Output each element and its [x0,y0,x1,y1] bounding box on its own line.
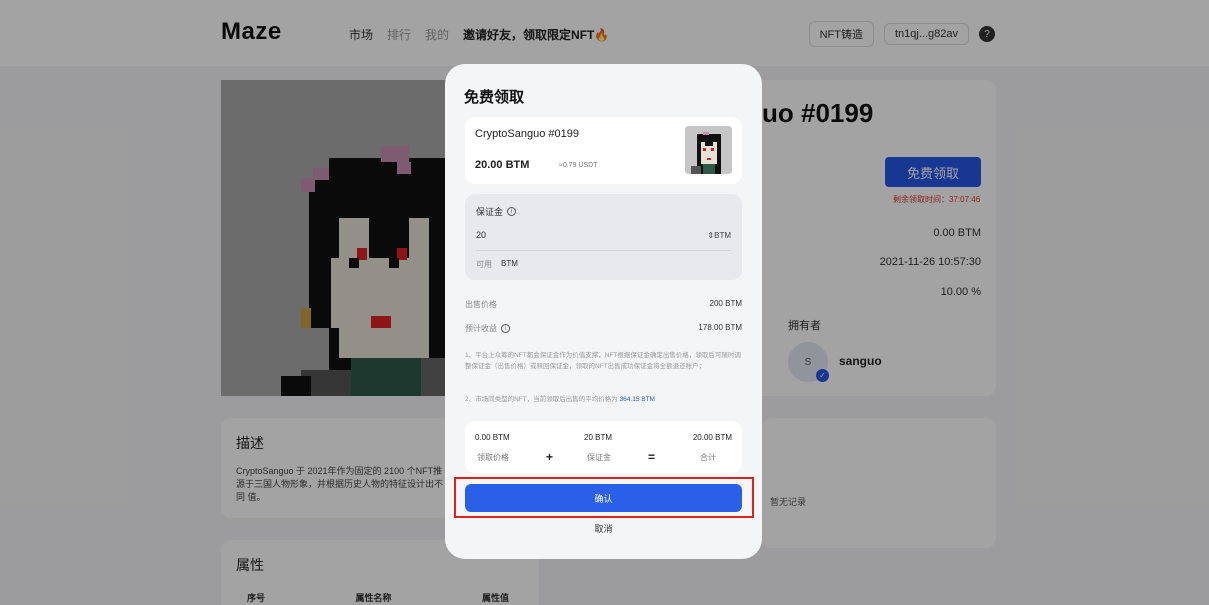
note-1: 1、平台上众筹的NFT都会保证金作为价值支撑，NFT根据保证金确定出售价格，领取… [465,352,741,370]
expected-earnings-text: 预计收益 [465,324,497,333]
available-value: BTM [501,259,518,268]
pixel-portrait-thumbnail [685,126,732,174]
deposit-label: 保证金 i [476,205,517,218]
expected-earnings-label: 预计收益 i [465,323,510,334]
expected-earnings-value: 178.00 BTM [698,323,742,332]
confirm-highlight-box [454,477,754,518]
item-name: CryptoSanguo #0199 [475,128,579,140]
info-icon[interactable]: i [507,207,517,216]
note-2: 2、市场同类型的NFT，当前领取后出售的平均价格为 364.15 BTM [465,394,742,405]
item-thumbnail [685,126,732,174]
cancel-button[interactable]: 取消 [445,522,762,535]
deposit-amount-input[interactable]: 20 [476,230,486,240]
sell-price-value: 200 BTM [709,299,742,308]
claim-price-value: 0.00 BTM [475,433,510,442]
deposit-label-text: 保证金 [476,207,504,217]
equals-sign: = [648,450,656,464]
price-summary-card: 0.00 BTM 领取价格 + 20 BTM 保证金 = 20.00 BTM 合… [465,421,742,473]
average-price-link[interactable]: 364.15 BTM [620,396,655,403]
sell-price-label: 出售价格 [465,300,497,309]
item-usdt-price: ≈0.79 USDT [559,162,598,169]
deposit-unit-text: BTM [714,231,731,240]
note-2-text: 2、市场同类型的NFT，当前领取后出售的平均价格为 [465,396,618,403]
claim-price-label: 领取价格 [477,453,509,462]
total-value: 20.00 BTM [692,433,732,442]
modal-title: 免费领取 [464,89,525,106]
deposit-summary-label: 保证金 [587,453,611,462]
nft-item-card: CryptoSanguo #0199 20.00 BTM ≈0.79 USDT [465,117,742,184]
total-label: 合计 [700,453,716,462]
deposit-unit[interactable]: ⇕BTM [707,231,731,240]
available-label: 可用 [476,260,492,269]
deposit-input-box: 保证金 i 20 ⇕BTM 可用 BTM [465,194,742,280]
plus-sign: + [546,450,554,464]
info-icon[interactable]: i [501,324,510,333]
item-price: 20.00 BTM [475,159,530,171]
deposit-summary-value: 20 BTM [584,433,613,442]
divider [476,250,731,251]
